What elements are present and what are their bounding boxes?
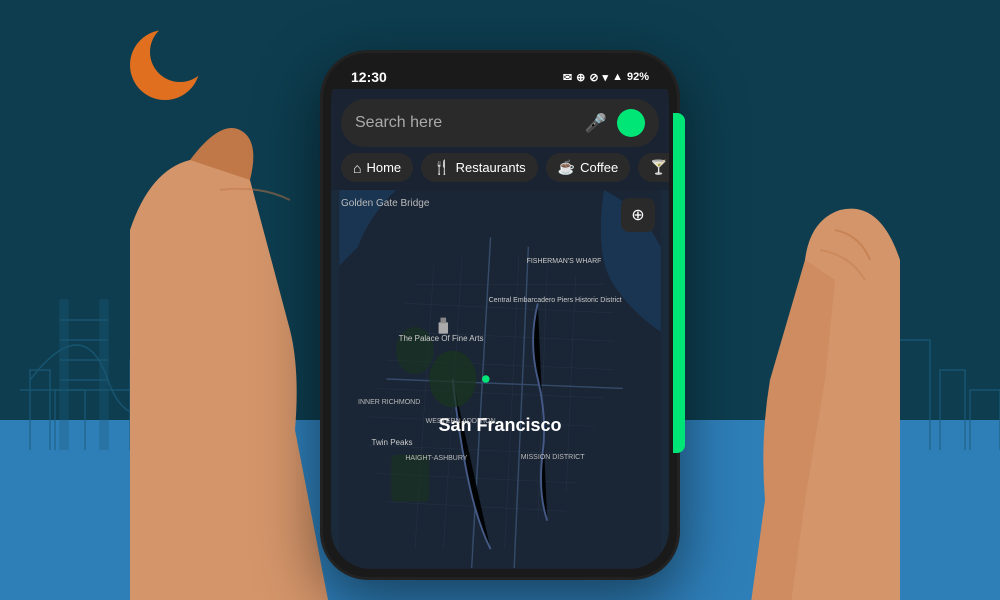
chip-home-label: Home xyxy=(366,160,401,175)
phone-screen: 12:30 ✉ ⊕ ⊘ ▾ ▲ 92% Search here 🎤 xyxy=(331,61,669,569)
status-bar: 12:30 ✉ ⊕ ⊘ ▾ ▲ 92% xyxy=(331,61,669,89)
palace-label: The Palace Of Fine Arts xyxy=(399,334,484,344)
map-svg xyxy=(331,190,669,568)
chip-coffee[interactable]: ☕ Coffee xyxy=(546,153,631,182)
location-icon: ⊕ xyxy=(576,71,585,84)
vpn-icon: ⊘ xyxy=(589,71,598,84)
chip-restaurants-label: Restaurants xyxy=(456,160,526,175)
map-view[interactable]: Golden Gate Bridge ⊕ The Palace Of Fine … xyxy=(331,190,669,568)
search-placeholder: Search here xyxy=(355,114,575,132)
restaurant-icon: 🍴 xyxy=(433,159,450,176)
home-icon: ⌂ xyxy=(353,160,361,176)
chip-restaurants[interactable]: 🍴 Restaurants xyxy=(421,153,538,182)
inner-richmond-label: INNER RICHMOND xyxy=(358,398,420,407)
search-bar[interactable]: Search here 🎤 xyxy=(341,99,659,147)
phone-body: 12:30 ✉ ⊕ ⊘ ▾ ▲ 92% Search here 🎤 xyxy=(320,50,680,580)
status-time: 12:30 xyxy=(351,69,387,85)
haight-ashbury-label: HAIGHT-ASHBURY xyxy=(405,455,467,462)
chip-home[interactable]: ⌂ Home xyxy=(341,153,413,182)
embarcadero-label: Central Embarcadero Piers Historic Distr… xyxy=(489,296,622,305)
bar-icon: 🍸 xyxy=(650,159,667,176)
twin-peaks-label: Twin Peaks xyxy=(372,438,413,447)
category-chips: ⌂ Home 🍴 Restaurants ☕ Coffee 🍸 B... xyxy=(331,153,669,190)
mic-icon[interactable]: 🎤 xyxy=(585,113,607,134)
status-icons: ✉ ⊕ ⊘ ▾ ▲ 92% xyxy=(563,71,649,84)
western-addition-label: WESTERN ADDITION xyxy=(426,417,496,426)
wifi-icon: ▾ xyxy=(603,71,609,84)
signal-icon: ▲ xyxy=(612,71,623,83)
chip-bars[interactable]: 🍸 B... xyxy=(638,153,669,182)
chip-coffee-label: Coffee xyxy=(580,160,618,175)
hand-right xyxy=(650,180,900,600)
background: 12:30 ✉ ⊕ ⊘ ▾ ▲ 92% Search here 🎤 xyxy=(0,0,1000,600)
fishwharf-label: FISHERMAN'S WHARF xyxy=(527,258,602,265)
coffee-icon: ☕ xyxy=(558,159,575,176)
battery-icon: 92% xyxy=(627,71,649,83)
maps-button[interactable] xyxy=(617,109,645,137)
mission-district-label: MISSION DISTRICT xyxy=(521,453,585,462)
phone: 12:30 ✉ ⊕ ⊘ ▾ ▲ 92% Search here 🎤 xyxy=(320,50,680,580)
golden-gate-label: Golden Gate Bridge xyxy=(341,198,429,209)
mail-icon: ✉ xyxy=(563,71,572,84)
